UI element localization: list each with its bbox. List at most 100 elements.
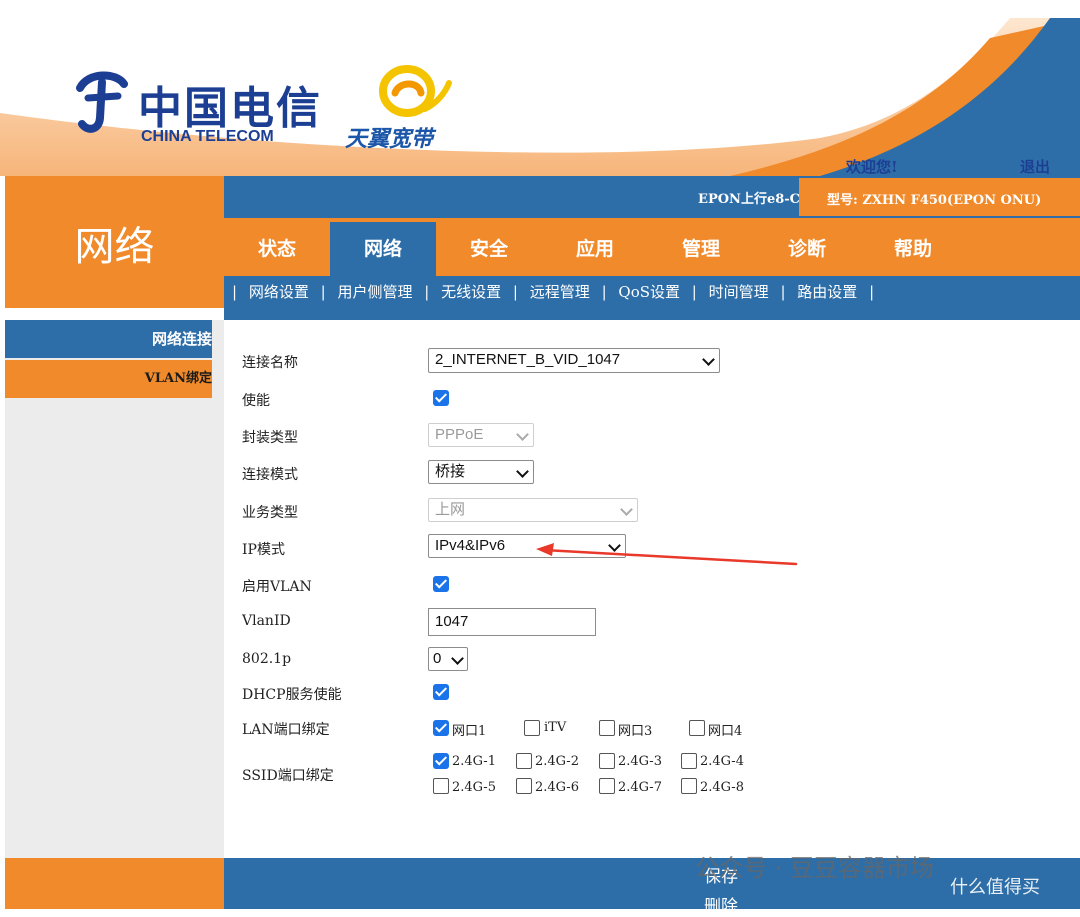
connection-name-label: 连接名称 (242, 355, 298, 371)
enable-vlan-checkbox[interactable] (433, 576, 449, 592)
subnav-separator: | (424, 283, 430, 301)
watermark-text: 公众号 · 豆豆容器市场 (695, 854, 934, 882)
vlan-id-label: VlanID (242, 613, 291, 629)
tab-network[interactable]: 网络 (330, 222, 436, 276)
chevron-down-icon (702, 353, 715, 366)
vlan-id-input[interactable]: 1047 (428, 608, 596, 636)
enable-vlan-label: 启用VLAN (242, 579, 312, 595)
service-type-value: 上网 (435, 501, 466, 518)
tab-security[interactable]: 安全 (436, 222, 542, 276)
watermark-sub-text: 什么值得买 (950, 877, 1040, 898)
subnav-remote-management[interactable]: 远程管理 (527, 283, 593, 301)
enable-checkbox[interactable] (433, 390, 449, 406)
subnav-separator: | (320, 283, 326, 301)
model-info-box: 型号: ZXHN F450(EPON ONU) (799, 178, 1080, 216)
tab-diagnostics[interactable]: 诊断 (754, 222, 860, 276)
ssid-5-checkbox[interactable] (433, 778, 449, 794)
subnav-separator: | (512, 283, 518, 301)
annotation-arrow-icon (536, 543, 798, 566)
enable-label: 使能 (242, 393, 270, 409)
subnav-separator: | (869, 283, 875, 301)
subnav-network-settings[interactable]: 网络设置 (246, 283, 312, 301)
connection-name-select[interactable]: 2_INTERNET_B_VID_1047 (428, 348, 720, 373)
chevron-down-icon (451, 652, 464, 665)
connection-name-value: 2_INTERNET_B_VID_1047 (435, 351, 621, 368)
ssid-1-checkbox[interactable] (433, 753, 449, 769)
subnav-wireless-settings[interactable]: 无线设置 (438, 283, 504, 301)
subnav-separator: | (780, 283, 786, 301)
lan-port-1-label: 网口1 (452, 724, 487, 739)
tab-application[interactable]: 应用 (542, 222, 648, 276)
ip-mode-label: IP模式 (242, 542, 285, 558)
ssid-7-label: 2.4G-7 (618, 780, 662, 795)
subnav-qos-settings[interactable]: QoS设置 (615, 283, 683, 301)
ssid-1-label: 2.4G-1 (452, 754, 496, 769)
sub-brand-text: 天翼宽带 (345, 127, 434, 152)
header-banner: 中国电信 CHINA TELECOM 天翼宽带 欢迎您! 退出 (0, 18, 1080, 176)
welcome-text: 欢迎您! (846, 158, 898, 176)
chevron-down-icon (516, 428, 529, 441)
ssid-6-label: 2.4G-6 (535, 780, 579, 795)
chevron-down-icon (620, 503, 633, 516)
ssid-3-checkbox[interactable] (599, 753, 615, 769)
section-title-panel: 网络 (5, 176, 224, 308)
ssid-5-label: 2.4G-5 (452, 780, 496, 795)
content-top-strip (224, 308, 1080, 320)
subnav-separator: | (601, 283, 607, 301)
connection-mode-select[interactable]: 桥接 (428, 460, 534, 484)
sidebar-item-vlan-binding[interactable]: VLAN绑定 (5, 360, 212, 398)
delete-button[interactable]: 删除 (704, 892, 738, 917)
encap-type-select[interactable]: PPPoE (428, 423, 534, 447)
lan-port-4-label: 网口4 (708, 724, 743, 739)
connection-mode-value: 桥接 (435, 463, 466, 480)
connection-form: 连接名称 2_INTERNET_B_VID_1047 使能 封装类型 PPPoE… (224, 320, 1080, 858)
service-type-select[interactable]: 上网 (428, 498, 638, 522)
ssid-3-label: 2.4G-3 (618, 754, 662, 769)
encap-type-label: 封装类型 (242, 430, 298, 446)
lan-binding-label: LAN端口绑定 (242, 722, 330, 738)
lan-port-1-checkbox[interactable] (433, 720, 449, 736)
service-type-label: 业务类型 (242, 505, 298, 521)
tianyi-logo: 天翼宽带 (345, 63, 475, 163)
dhcp-enable-label: DHCP服务使能 (242, 687, 342, 703)
lan-port-3-label: 网口3 (618, 724, 653, 739)
dhcp-enable-checkbox[interactable] (433, 684, 449, 700)
epon-label: EPON上行e8-C (698, 192, 800, 207)
logout-link[interactable]: 退出 (1020, 156, 1050, 176)
ssid-4-checkbox[interactable] (681, 753, 697, 769)
tab-help[interactable]: 帮助 (860, 222, 966, 276)
section-title: 网络 (74, 224, 155, 270)
tab-management[interactable]: 管理 (648, 222, 754, 276)
ssid-8-checkbox[interactable] (681, 778, 697, 794)
tab-status[interactable]: 状态 (224, 222, 330, 276)
chevron-down-icon (516, 465, 529, 478)
ssid-2-checkbox[interactable] (516, 753, 532, 769)
brand-en-text: CHINA TELECOM (141, 128, 274, 145)
subnav-separator: | (691, 283, 697, 301)
ssid-4-label: 2.4G-4 (700, 754, 744, 769)
china-telecom-logo: 中国电信 CHINA TELECOM (70, 68, 320, 158)
connection-mode-label: 连接模式 (242, 467, 298, 483)
ip-mode-value: IPv4&IPv6 (435, 537, 506, 554)
brand-cn-text: 中国电信 (138, 83, 322, 134)
china-telecom-emblem-icon (76, 71, 128, 133)
ssid-6-checkbox[interactable] (516, 778, 532, 794)
model-label: 型号: ZXHN F450(EPON ONU) (827, 193, 1042, 208)
lan-port-4-checkbox[interactable] (689, 720, 705, 736)
dot1p-value: 0 (433, 650, 442, 667)
sidebar-item-network-connection[interactable]: 网络连接 (5, 320, 212, 358)
subnav-user-side-management[interactable]: 用户侧管理 (334, 283, 415, 301)
ssid-binding-label: SSID端口绑定 (242, 768, 334, 784)
device-info-bar: EPON上行e8-C 型号: ZXHN F450(EPON ONU) (224, 176, 1080, 218)
encap-type-value: PPPoE (435, 426, 484, 443)
subnav-separator: | (232, 283, 238, 301)
subnav-routing-settings[interactable]: 路由设置 (794, 283, 860, 301)
subnav-time-management[interactable]: 时间管理 (706, 283, 772, 301)
tianyi-swirl-icon (379, 65, 452, 117)
sidebar: 网络连接 VLAN绑定 (5, 320, 224, 858)
dot1p-select[interactable]: 0 (428, 647, 468, 671)
lan-port-itv-checkbox[interactable] (524, 720, 540, 736)
ssid-7-checkbox[interactable] (599, 778, 615, 794)
main-tabs: 状态 网络 安全 应用 管理 诊断 帮助 (224, 218, 1080, 276)
lan-port-3-checkbox[interactable] (599, 720, 615, 736)
